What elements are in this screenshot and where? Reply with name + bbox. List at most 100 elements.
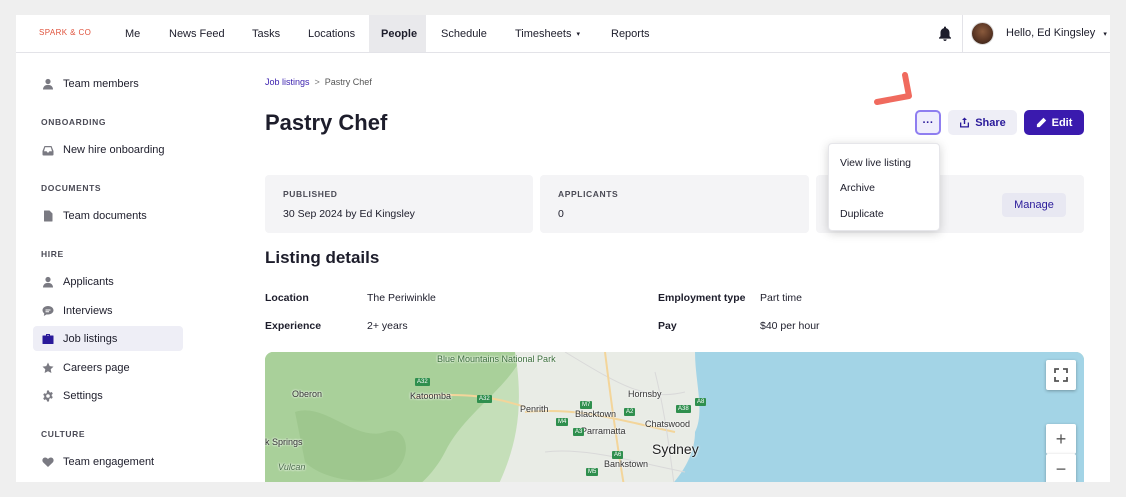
sidebar-item-label: Team documents (63, 209, 147, 222)
road-badge: A3 (573, 428, 585, 436)
detail-label-pay: Pay (658, 320, 677, 332)
nav-schedule[interactable]: Schedule (429, 15, 499, 52)
nav-locations[interactable]: Locations (296, 15, 367, 52)
person-icon (42, 276, 54, 288)
detail-label-experience: Experience (265, 320, 322, 332)
map-label-oberon: Oberon (292, 389, 323, 399)
detail-label-location: Location (265, 292, 309, 304)
road-badge: M7 (580, 401, 593, 409)
map-zoom-out-button[interactable]: − (1046, 454, 1076, 482)
sidebar-section-culture: CULTURE (41, 429, 86, 439)
map-label-penrith: Penrith (520, 404, 549, 414)
nav-people[interactable]: People (369, 15, 426, 52)
detail-value-employment-type: Part time (760, 292, 803, 304)
stat-value: 30 Sep 2024 by Ed Kingsley (283, 208, 415, 220)
map-label-vulcan: Vulcan (278, 462, 306, 472)
map-label-blacktown: Blacktown (575, 409, 617, 419)
share-icon (959, 117, 970, 128)
road-badge: A32 (477, 395, 492, 403)
page-title: Pastry Chef (265, 110, 388, 135)
more-actions-menu: View live listing Archive Duplicate (828, 143, 940, 231)
chevron-down-icon: ▾ (576, 30, 580, 38)
breadcrumb-current: Pastry Chef (324, 77, 372, 87)
chevron-down-icon: ▾ (1103, 31, 1107, 38)
section-title-listing-details: Listing details (265, 248, 380, 267)
avatar[interactable] (971, 22, 994, 45)
stat-label: PUBLISHED (283, 189, 338, 199)
nav-label: Locations (308, 27, 356, 40)
sidebar-item-label: Settings (63, 389, 103, 402)
nav-label: Reports (611, 27, 650, 40)
nav-label: News Feed (169, 27, 225, 40)
road-badge: M4 (556, 418, 569, 426)
map-label-blue-mountains: Blue Mountains National Park (437, 354, 556, 364)
sidebar-item-label: Careers page (63, 361, 130, 374)
gear-icon (42, 390, 54, 402)
heart-icon (42, 456, 54, 468)
nav-tasks[interactable]: Tasks (240, 15, 292, 52)
sidebar-item-label: Job listings (63, 332, 118, 345)
road-badge: A2 (624, 408, 636, 416)
stat-card-applicants: APPLICANTS 0 (540, 175, 809, 233)
sidebar-item-careers-page[interactable]: Careers page (33, 355, 183, 380)
nav-timesheets[interactable]: Timesheets ▾ (503, 15, 592, 52)
nav-news-feed[interactable]: News Feed (157, 15, 237, 52)
annotation-arrow-icon (874, 72, 912, 105)
breadcrumb-separator: > (314, 77, 320, 87)
sidebar-item-new-hire-onboarding[interactable]: New hire onboarding (33, 137, 183, 162)
sidebar-item-applicants[interactable]: Applicants (33, 269, 183, 294)
more-actions-button[interactable]: ··· (915, 110, 941, 135)
edit-button[interactable]: Edit (1024, 110, 1084, 135)
sidebar-item-settings[interactable]: Settings (33, 383, 183, 408)
briefcase-icon (42, 333, 54, 345)
road-badge: M5 (586, 468, 599, 476)
manage-button[interactable]: Manage (1002, 193, 1066, 217)
nav-reports[interactable]: Reports (599, 15, 662, 52)
user-menu[interactable]: Hello, Ed Kingsley ▾ (1006, 27, 1107, 39)
nav-me[interactable]: Me (113, 15, 152, 52)
sidebar-item-label: New hire onboarding (63, 143, 165, 156)
road-badge: A38 (676, 405, 691, 413)
breadcrumb-link-job-listings[interactable]: Job listings (265, 77, 310, 87)
menu-item-archive[interactable]: Archive (840, 182, 875, 194)
nav-divider (962, 15, 963, 52)
person-icon (42, 78, 54, 90)
app-window: SPARK & CO Me News Feed Tasks Locations … (16, 15, 1110, 482)
map-zoom-in-button[interactable]: + (1046, 424, 1076, 454)
nav-label: Schedule (441, 27, 487, 40)
sidebar-section-documents: DOCUMENTS (41, 183, 102, 193)
star-icon (42, 362, 54, 374)
sidebar-section-onboarding: ONBOARDING (41, 117, 107, 127)
map-terrain (265, 352, 1084, 482)
road-badge: A32 (415, 378, 430, 386)
nav-label: Timesheets (515, 27, 572, 40)
map-label-sydney: Sydney (652, 441, 699, 457)
sidebar-item-team-engagement[interactable]: Team engagement (33, 449, 183, 474)
menu-item-view-live-listing[interactable]: View live listing (840, 157, 911, 169)
sidebar-item-job-listings[interactable]: Job listings (33, 326, 183, 351)
map-label-bankstown: Bankstown (604, 459, 649, 469)
share-button[interactable]: Share (948, 110, 1017, 135)
plus-icon: + (1055, 428, 1067, 449)
inbox-icon (42, 144, 54, 156)
map-label-chatswood: Chatswood (645, 419, 691, 429)
sidebar-item-team-members[interactable]: Team members (33, 71, 183, 96)
more-icon: ··· (922, 116, 934, 129)
sidebar-item-interviews[interactable]: Interviews (33, 298, 183, 323)
sidebar-item-team-documents[interactable]: Team documents (33, 203, 183, 228)
document-icon (42, 210, 54, 222)
edit-label: Edit (1051, 116, 1073, 129)
detail-label-employment-type: Employment type (658, 292, 746, 304)
user-name-label: Hello, Ed Kingsley (1006, 27, 1096, 39)
map-fullscreen-button[interactable] (1046, 360, 1076, 390)
minus-icon: − (1055, 458, 1067, 479)
stat-value: 0 (558, 208, 564, 220)
stat-label: APPLICANTS (558, 189, 619, 199)
menu-item-duplicate[interactable]: Duplicate (840, 208, 884, 220)
location-map[interactable]: Blue Mountains National Park Oberon Kato… (265, 352, 1084, 482)
brand-logo[interactable]: SPARK & CO (39, 28, 91, 37)
map-label-hornsby: Hornsby (628, 389, 662, 399)
sidebar-item-label: Interviews (63, 304, 113, 317)
bell-icon[interactable] (937, 25, 953, 42)
sidebar-item-label: Applicants (63, 275, 114, 288)
